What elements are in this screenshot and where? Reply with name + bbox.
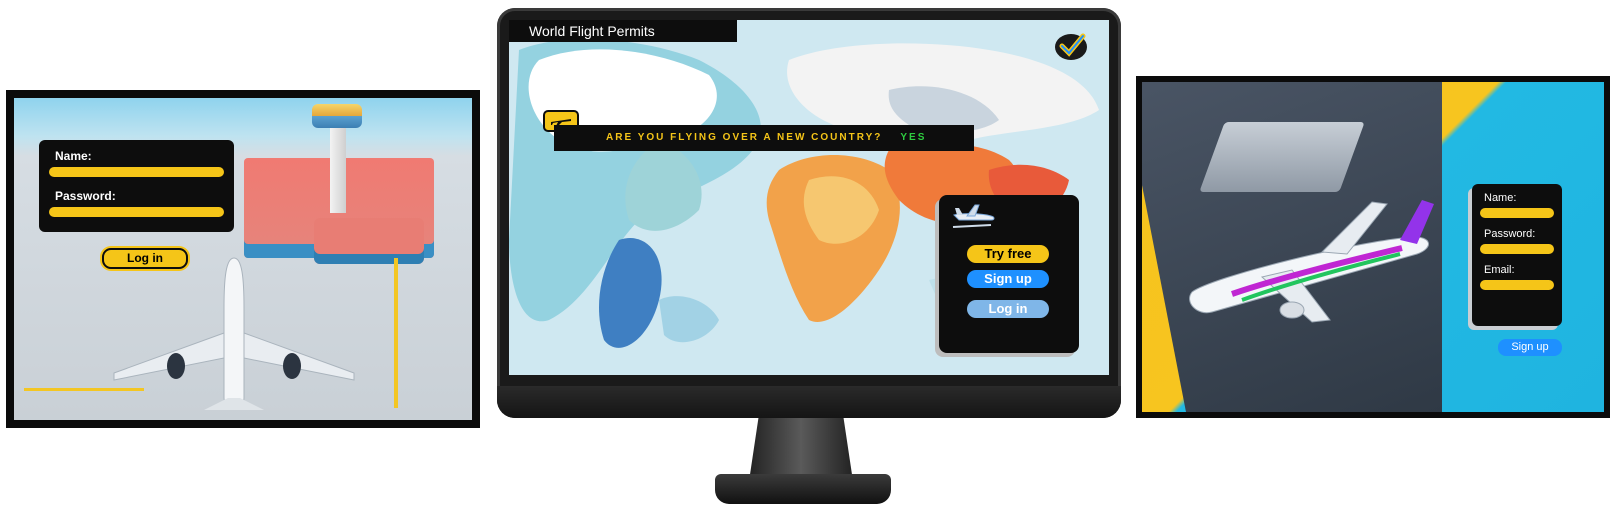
airport-illustration: Name: Password: Log in — [14, 98, 472, 420]
password-field[interactable] — [49, 207, 224, 217]
log-in-button[interactable]: Log in — [967, 300, 1049, 318]
question-banner: ARE YOU FLYING OVER A NEW COUNTRY? YES — [554, 125, 974, 151]
email-label: Email: — [1484, 264, 1515, 276]
sign-up-button[interactable]: Sign up — [1498, 339, 1562, 356]
login-button[interactable]: Log in — [102, 248, 188, 269]
airplane-icon — [952, 204, 995, 228]
action-card: Try free Sign up Log in — [939, 195, 1079, 353]
right-signup-mockup: Name: Password: Email: Sign up — [1136, 76, 1610, 418]
monitor-screen: World Flight Permits ARE YOU FLYING OVER… — [509, 20, 1109, 375]
name-field[interactable] — [1480, 208, 1554, 218]
checkmark-logo-icon — [1055, 33, 1087, 60]
monitor-stand-neck — [749, 418, 853, 478]
airplane-illustration — [1189, 200, 1434, 323]
password-field[interactable] — [1480, 244, 1554, 254]
desktop-monitor: World Flight Permits ARE YOU FLYING OVER… — [497, 8, 1121, 418]
monitor-stand-base — [715, 474, 891, 504]
name-label: Name: — [1484, 192, 1517, 204]
app-title: World Flight Permits — [509, 20, 737, 42]
name-label: Name: — [55, 149, 92, 163]
try-free-button[interactable]: Try free — [967, 245, 1049, 263]
isometric-airport-illustration: Name: Password: Email: Sign up — [1142, 82, 1604, 412]
monitor-chin — [497, 386, 1121, 418]
name-field[interactable] — [49, 167, 224, 177]
left-login-mockup: Name: Password: Log in — [6, 90, 480, 428]
airplane-illustration — [113, 257, 355, 410]
password-label: Password: — [1484, 228, 1536, 240]
password-label: Password: — [55, 189, 116, 203]
control-tower-cab — [312, 104, 362, 128]
taxi-line — [394, 258, 398, 408]
sign-up-button[interactable]: Sign up — [967, 270, 1049, 288]
answer-yes-link[interactable]: YES — [900, 132, 926, 143]
control-tower — [330, 118, 346, 213]
email-field[interactable] — [1480, 280, 1554, 290]
login-form: Name: Password: — [39, 140, 234, 232]
signup-form: Name: Password: Email: — [1472, 184, 1562, 326]
question-text: ARE YOU FLYING OVER A NEW COUNTRY? — [606, 132, 883, 143]
